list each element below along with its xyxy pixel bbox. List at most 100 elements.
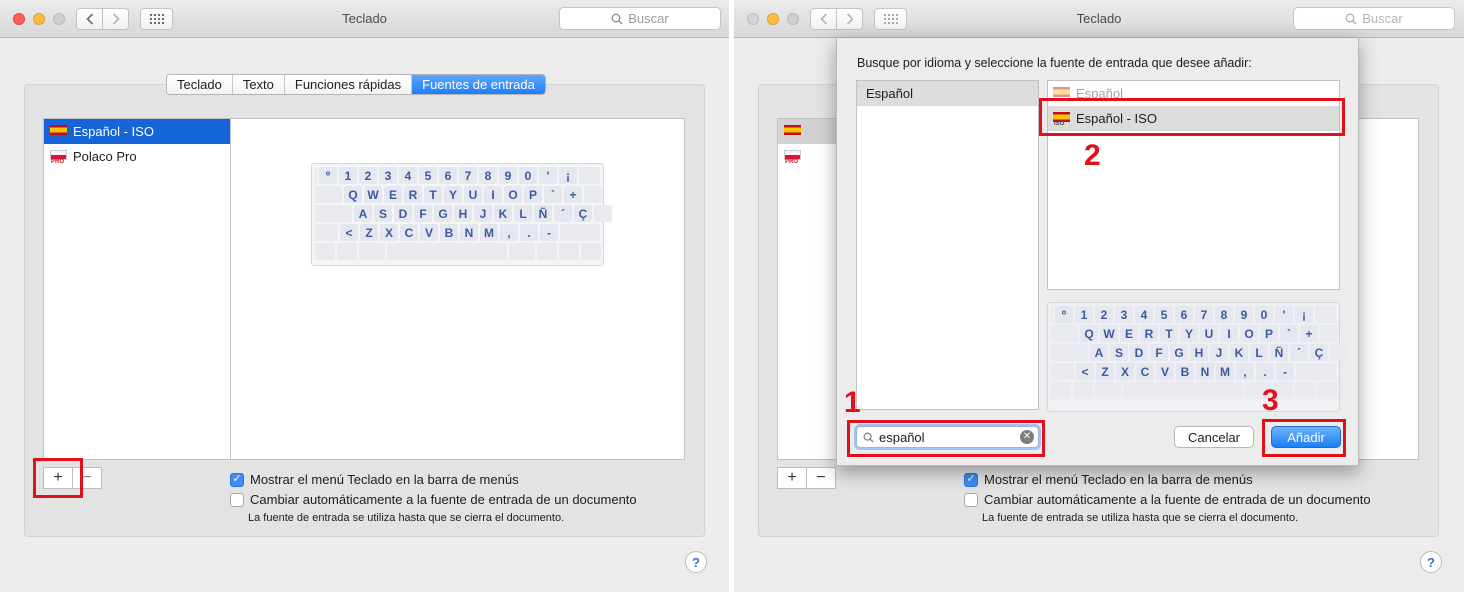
keyboard-key: F bbox=[414, 205, 432, 222]
keyboard-key bbox=[359, 243, 385, 260]
keyboard-key: A bbox=[1090, 344, 1108, 361]
keyboard-key bbox=[1073, 382, 1093, 399]
keyboard-key: H bbox=[1190, 344, 1208, 361]
keyboard-key: - bbox=[1276, 363, 1294, 380]
checkbox-label: Cambiar automáticamente a la fuente de e… bbox=[984, 492, 1371, 507]
auto-switch-checkbox[interactable]: Cambiar automáticamente a la fuente de e… bbox=[964, 492, 1371, 507]
keyboard-key: + bbox=[1300, 325, 1318, 342]
keyboard-key bbox=[315, 205, 352, 222]
keyboard-key bbox=[1095, 382, 1121, 399]
keyboard-layout-preview: º 1 2 3 4 5 6 7 8 9 0 ' ¡ Q W E R T Y U I O P ` + A S D F G H J K L Ñ ´ Ç < Z X… bbox=[1047, 302, 1348, 412]
keyboard-key: W bbox=[364, 186, 382, 203]
keyboard-key: 1 bbox=[339, 167, 357, 184]
keyboard-key: I bbox=[1220, 325, 1238, 342]
annotation-highlight-search bbox=[847, 420, 1045, 457]
keyboard-row: Q W E R T Y U I O P ` + bbox=[315, 186, 602, 203]
show-menu-checkbox[interactable]: ✓ Mostrar el menú Teclado en la barra de… bbox=[230, 472, 519, 487]
keyboard-key bbox=[1295, 382, 1315, 399]
keyboard-row: A S D F G H J K L Ñ ´ Ç bbox=[1051, 344, 1348, 361]
checkbox-box bbox=[964, 492, 978, 507]
tab-texto[interactable]: Texto bbox=[232, 75, 285, 94]
keyboard-key bbox=[579, 167, 600, 184]
keyboard-key: P bbox=[524, 186, 542, 203]
keyboard-key: 8 bbox=[479, 167, 497, 184]
add-source-button[interactable]: + bbox=[777, 467, 807, 489]
keyboard-row: < Z X C V B N M,. - bbox=[315, 224, 600, 241]
keyboard-key: ` bbox=[544, 186, 562, 203]
keyboard-key: Q bbox=[344, 186, 362, 203]
keyboard-key bbox=[1051, 306, 1053, 323]
search-icon bbox=[1345, 13, 1357, 24]
keyboard-key: U bbox=[464, 186, 482, 203]
keyboard-row: Q W E R T Y U I O P ` + bbox=[1051, 325, 1338, 342]
keyboard-key: M bbox=[1216, 363, 1234, 380]
keyboard-key: X bbox=[380, 224, 398, 241]
keyboard-key: V bbox=[420, 224, 438, 241]
language-item-espanol[interactable]: Español bbox=[857, 81, 1038, 106]
annotation-highlight-add bbox=[33, 458, 83, 498]
keyboard-key bbox=[387, 243, 507, 260]
keyboard-key: Ñ bbox=[1270, 344, 1288, 361]
search-field[interactable]: Buscar bbox=[1293, 7, 1455, 30]
keyboard-key: K bbox=[494, 205, 512, 222]
help-button[interactable]: ? bbox=[1420, 551, 1442, 573]
keyboard-key: H bbox=[454, 205, 472, 222]
keyboard-key bbox=[1123, 382, 1243, 399]
keyboard-key: F bbox=[1150, 344, 1168, 361]
tab-fuentes-de-entrada[interactable]: Fuentes de entrada bbox=[412, 75, 545, 94]
keyboard-key: T bbox=[1160, 325, 1178, 342]
source-item-espanol-iso[interactable]: Español - ISO bbox=[44, 119, 230, 144]
keyboard-key: L bbox=[514, 205, 532, 222]
keyboard-key: . bbox=[1256, 363, 1274, 380]
cancel-button[interactable]: Cancelar bbox=[1174, 426, 1254, 448]
keyboard-key bbox=[509, 243, 535, 260]
keyboard-key: G bbox=[434, 205, 452, 222]
keyboard-key: 6 bbox=[1175, 306, 1193, 323]
keyboard-key bbox=[1051, 382, 1071, 399]
keyboard-key: º bbox=[1055, 306, 1073, 323]
keyboard-key: T bbox=[424, 186, 442, 203]
keyboard-key: 7 bbox=[1195, 306, 1213, 323]
keyboard-key: , bbox=[1236, 363, 1254, 380]
show-menu-checkbox[interactable]: ✓ Mostrar el menú Teclado en la barra de… bbox=[964, 472, 1253, 487]
search-field[interactable]: Buscar bbox=[559, 7, 721, 30]
keyboard-key: + bbox=[564, 186, 582, 203]
keyboard-key: E bbox=[1120, 325, 1138, 342]
tab-teclado[interactable]: Teclado bbox=[167, 75, 233, 94]
keyboard-key: I bbox=[484, 186, 502, 203]
keyboard-key: 4 bbox=[399, 167, 417, 184]
keyboard-key: ' bbox=[539, 167, 557, 184]
checkbox-label: Mostrar el menú Teclado en la barra de m… bbox=[250, 472, 519, 487]
checkbox-label: Mostrar el menú Teclado en la barra de m… bbox=[984, 472, 1253, 487]
help-button[interactable]: ? bbox=[685, 551, 707, 573]
keyboard-key: 5 bbox=[1155, 306, 1173, 323]
poland-flag-icon: PRO bbox=[50, 149, 67, 165]
keyboard-row bbox=[1051, 382, 1337, 399]
remove-source-button[interactable]: − bbox=[806, 467, 836, 489]
auto-switch-note: La fuente de entrada se utiliza hasta qu… bbox=[248, 512, 565, 524]
keyboard-key: ´ bbox=[1290, 344, 1308, 361]
tab-funciones-rapidas[interactable]: Funciones rápidas bbox=[284, 75, 413, 94]
flag-tag: PRO bbox=[51, 158, 65, 165]
keyboard-key: Z bbox=[1096, 363, 1114, 380]
keyboard-key bbox=[1296, 363, 1336, 380]
checkmark-icon: ✓ bbox=[230, 472, 244, 487]
keyboard-key: 2 bbox=[1095, 306, 1113, 323]
auto-switch-checkbox[interactable]: Cambiar automáticamente a la fuente de e… bbox=[230, 492, 637, 507]
keyboard-key: 5 bbox=[419, 167, 437, 184]
keyboard-row: A S D F G H J K L Ñ ´ Ç bbox=[315, 205, 612, 222]
keyboard-key: S bbox=[374, 205, 392, 222]
keyboard-key bbox=[1051, 344, 1088, 361]
keyboard-key: ¡ bbox=[1295, 306, 1313, 323]
keyboard-key: R bbox=[1140, 325, 1158, 342]
keyboard-key: D bbox=[1130, 344, 1148, 361]
keyboard-key: O bbox=[1240, 325, 1258, 342]
keyboard-key bbox=[315, 243, 335, 260]
sheet-prompt: Busque por idioma y seleccione la fuente… bbox=[857, 56, 1252, 70]
keyboard-key: J bbox=[474, 205, 492, 222]
source-item-polaco-pro[interactable]: PRO Polaco Pro bbox=[44, 144, 230, 169]
keyboard-key: B bbox=[1176, 363, 1194, 380]
keyboard-key bbox=[1320, 325, 1338, 342]
spain-flag-icon bbox=[784, 124, 801, 139]
keyboard-key: L bbox=[1250, 344, 1268, 361]
